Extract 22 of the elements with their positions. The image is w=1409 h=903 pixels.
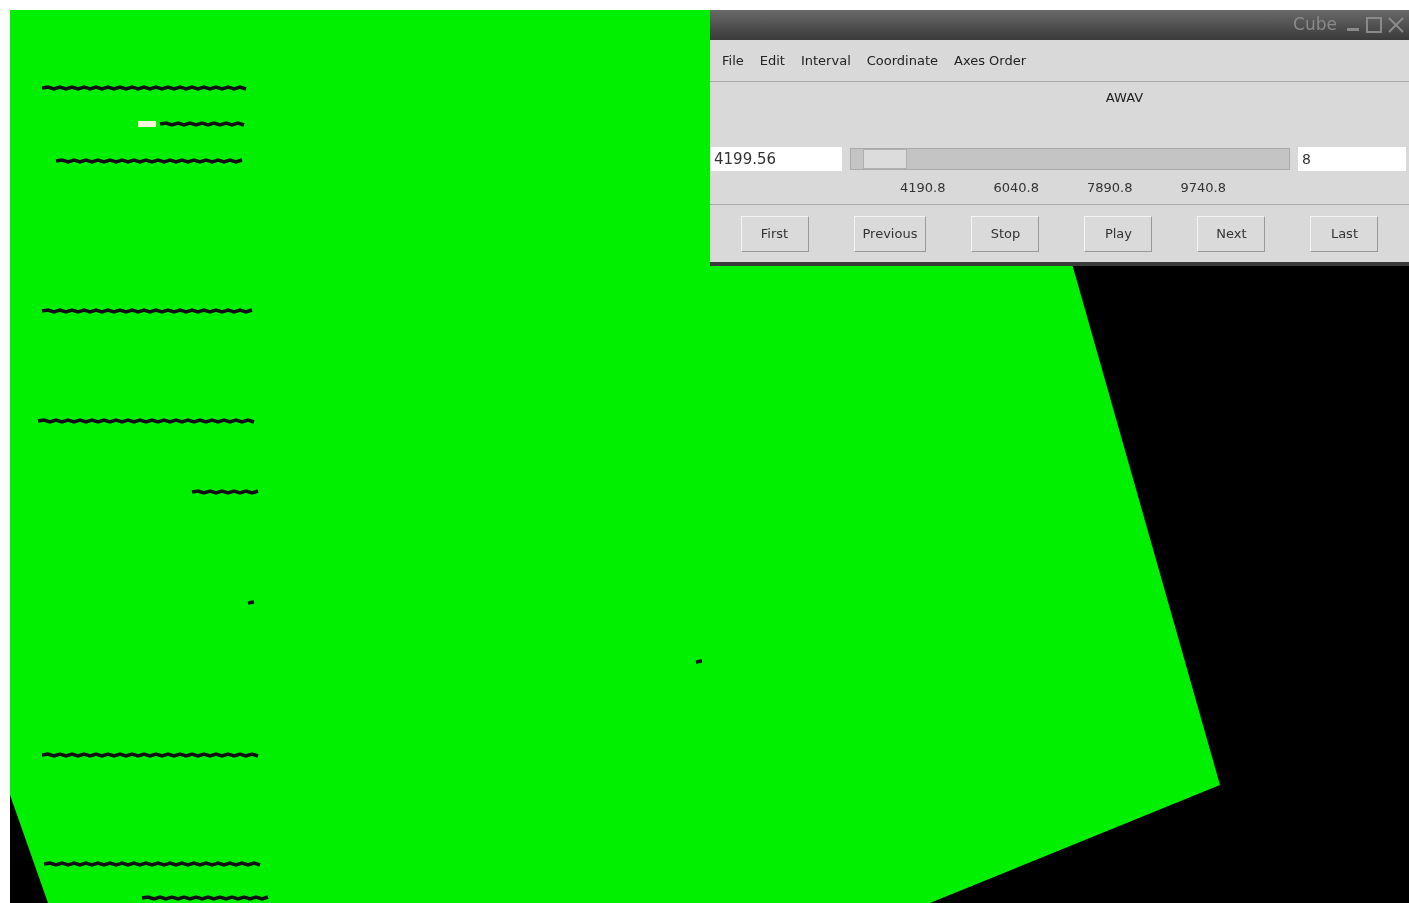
tick-label: 6040.8 [993,178,1039,197]
nav-button[interactable]: First [740,215,809,252]
menu-item[interactable]: File [722,50,744,71]
close-icon[interactable] [1387,16,1405,34]
menu-item[interactable]: Edit [759,50,785,71]
menu-item[interactable]: Axes Order [954,50,1027,71]
maximize-icon[interactable] [1365,16,1383,34]
tick-label: 9740.8 [1180,178,1226,197]
value-field[interactable]: 4199.56 [710,147,842,171]
nav-button[interactable]: Stop [971,215,1040,252]
nav-button[interactable]: Next [1197,215,1266,252]
index-field[interactable]: 8 [1298,147,1406,171]
menu-item[interactable]: Coordinate [866,50,938,71]
slider-thumb[interactable] [862,149,907,169]
window-title: Cube [1293,13,1337,37]
nav-button[interactable]: Play [1084,215,1153,252]
nav-button[interactable]: Previous [853,215,927,252]
menu-item[interactable]: Interval [800,50,851,71]
nav-button[interactable]: Last [1310,215,1379,252]
tick-label: 4190.8 [900,178,946,197]
axis-label: AWAV [1105,89,1144,108]
tick-label: 7890.8 [1087,178,1133,197]
